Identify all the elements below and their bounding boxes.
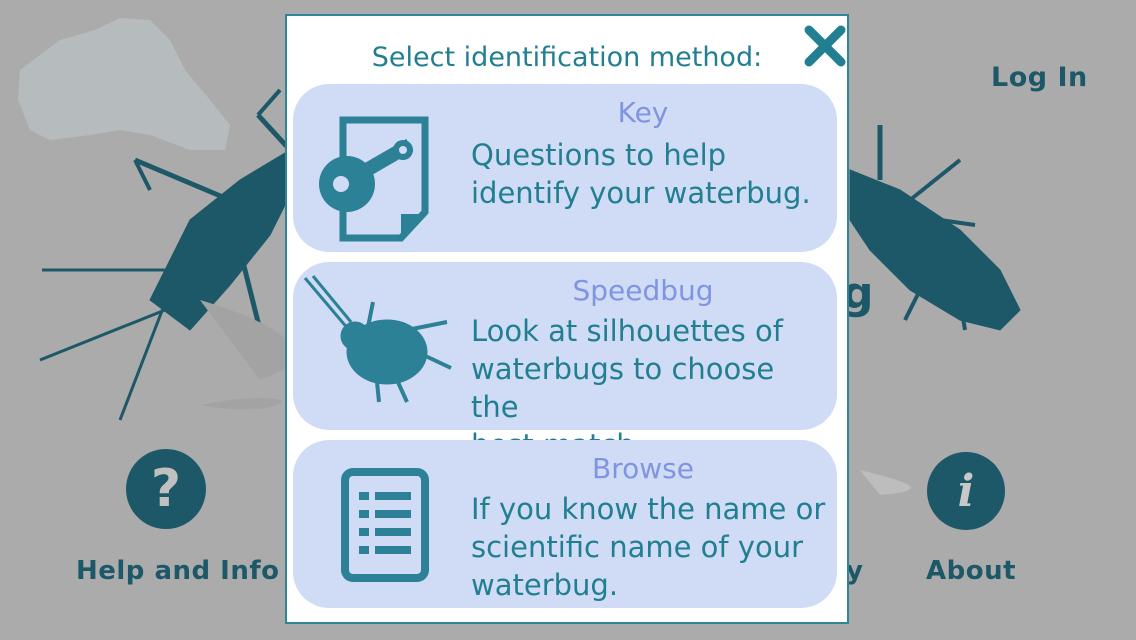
key-option-description: Questions to help identify your waterbug… [471,138,811,210]
about-button[interactable]: i [927,452,1005,530]
browse-option-card[interactable]: Browse If you know the name or scientifi… [293,440,837,608]
bug-silhouette-icon [303,275,452,403]
key-option-title: Key [617,96,669,129]
question-mark-icon: ? [150,459,182,519]
right-insect-silhouette [849,125,1021,331]
list-document-icon [341,468,429,582]
speedbug-option-card[interactable]: Speedbug Look at silhouettes of waterbug… [293,262,837,462]
modal-title: Select identification method: [371,42,763,73]
key-option-card[interactable]: Key Questions to help identify your wate… [293,84,837,252]
about-label[interactable]: About [926,556,1016,586]
info-icon: i [957,465,975,517]
key-document-icon [319,116,429,242]
help-button[interactable]: ? [126,449,206,529]
browse-option-description: If you know the name or scientific name … [471,492,826,602]
speedbug-option-title: Speedbug [572,274,714,307]
browse-option-title: Browse [592,452,694,485]
login-link[interactable]: Log In [991,62,1088,93]
identification-method-modal: Select identification method: Key Questi… [285,14,849,624]
australia-map [18,18,230,150]
close-icon[interactable] [801,22,849,70]
help-label[interactable]: Help and Info [76,556,280,586]
